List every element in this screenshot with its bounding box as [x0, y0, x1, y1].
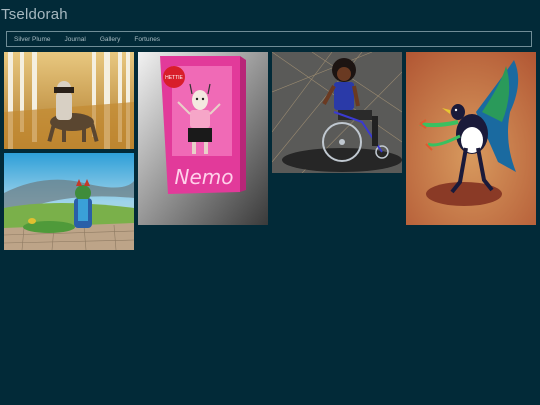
gallery-image-doll-box[interactable]: HETTIE Nemo [138, 52, 268, 225]
nav-item-fortunes[interactable]: Fortunes [134, 36, 160, 43]
wheelchair-artwork [272, 52, 402, 173]
centaur-artwork [4, 52, 134, 149]
gallery-image-centaur[interactable] [4, 52, 134, 149]
magpie-artwork [406, 52, 536, 225]
nav-item-silver-plume[interactable]: Silver Plume [14, 36, 50, 43]
doll-box-artwork: HETTIE Nemo [138, 52, 268, 225]
nav-item-journal[interactable]: Journal [64, 36, 85, 43]
gallery-image-wheelchair[interactable] [272, 52, 402, 173]
gallery-image-frog-creature[interactable] [4, 153, 134, 250]
nav-item-gallery[interactable]: Gallery [100, 36, 121, 43]
nav-bar: Silver Plume Journal Gallery Fortunes [6, 31, 532, 47]
box-badge-text: HETTIE [165, 75, 183, 81]
gallery-image-magpie[interactable] [406, 52, 536, 225]
site-title[interactable]: Tseldorah [1, 6, 68, 23]
box-title-text: Nemo [175, 165, 234, 189]
frog-creature-artwork [4, 153, 134, 250]
